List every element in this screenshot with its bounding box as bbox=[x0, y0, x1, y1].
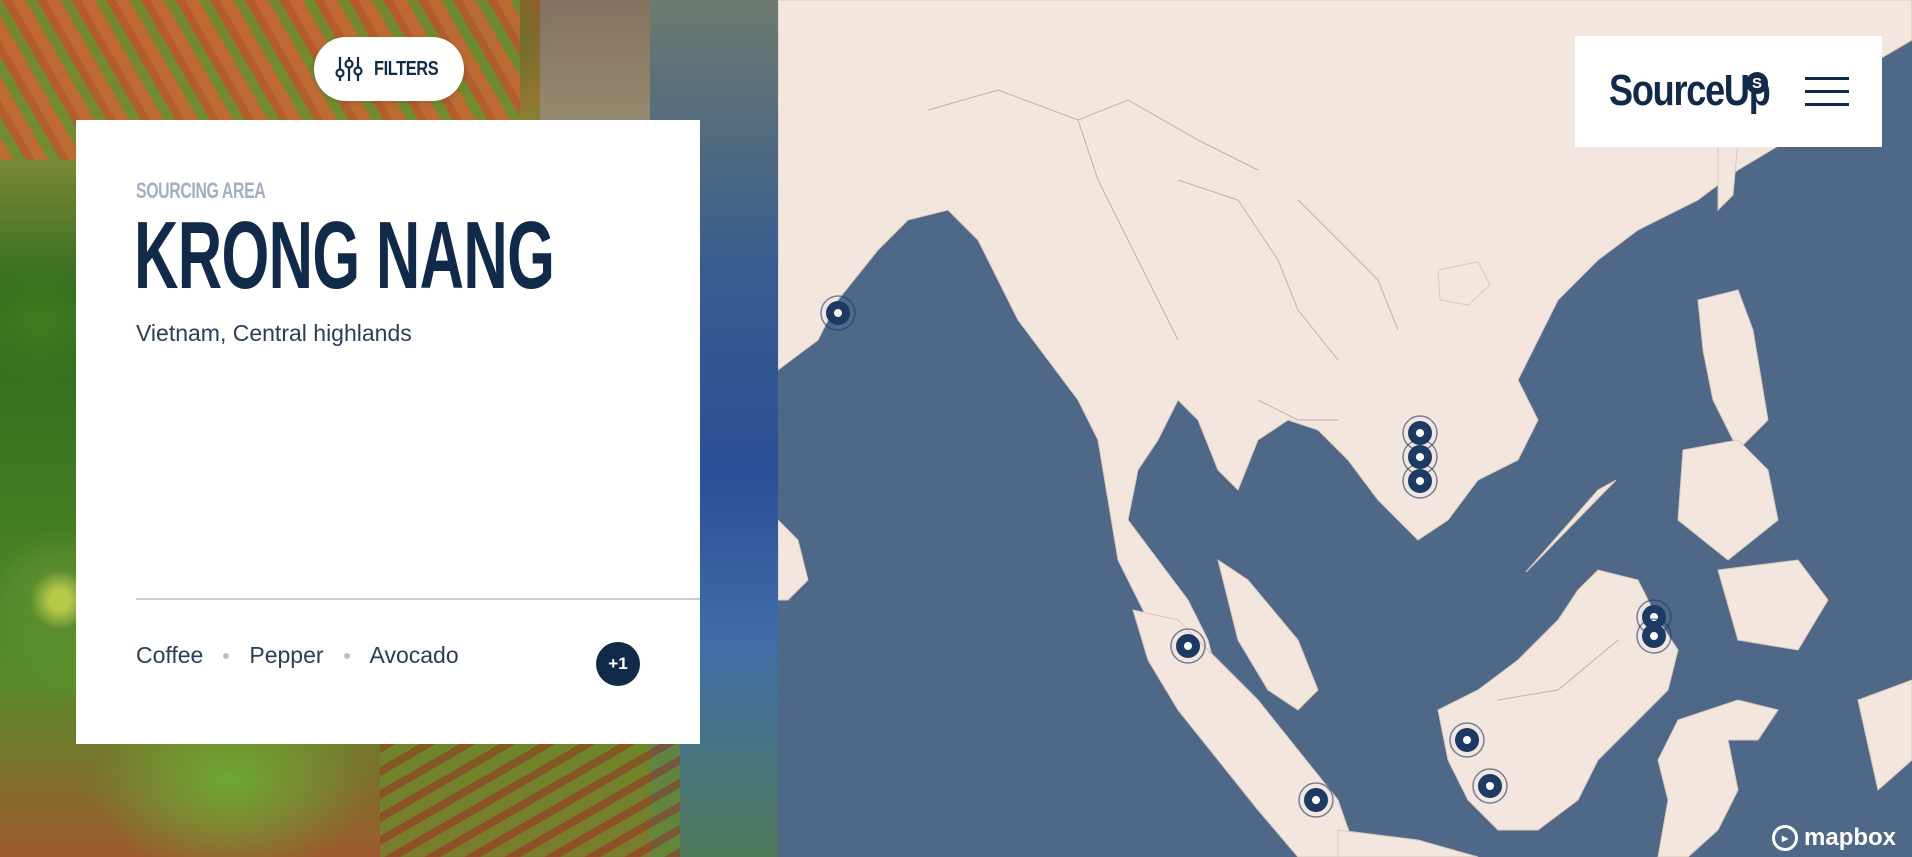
header-logo-box: SourceUp S bbox=[1575, 36, 1882, 147]
sourceup-logo-mark: S bbox=[1746, 72, 1768, 94]
filters-label: FILTERS bbox=[374, 57, 439, 80]
more-tags-badge[interactable]: +1 bbox=[596, 642, 640, 686]
commodity-tags: Coffee Pepper Avocado bbox=[136, 642, 459, 669]
card-subtitle: Vietnam, Central highlands bbox=[136, 320, 412, 346]
card-title: KRONG NANG bbox=[134, 202, 555, 309]
sourcing-area-card: SOURCING AREA KRONG NANG Vietnam, Centra… bbox=[76, 120, 700, 744]
tag-separator bbox=[223, 652, 230, 659]
map-marker bbox=[1170, 628, 1206, 664]
map-marker bbox=[1636, 618, 1672, 654]
filters-button[interactable]: FILTERS bbox=[314, 37, 464, 101]
hamburger-menu-icon[interactable] bbox=[1805, 77, 1849, 107]
mapbox-attribution[interactable]: ▸ mapbox bbox=[1772, 824, 1896, 852]
mapbox-label: mapbox bbox=[1804, 824, 1897, 851]
sourceup-logo[interactable]: SourceUp bbox=[1609, 66, 1771, 116]
card-divider bbox=[136, 598, 700, 600]
map-marker bbox=[1472, 768, 1508, 804]
map-marker bbox=[820, 295, 856, 331]
mapbox-logo-icon: ▸ bbox=[1772, 825, 1798, 851]
card-kicker: SOURCING AREA bbox=[136, 178, 266, 203]
tag-separator bbox=[343, 652, 350, 659]
map-marker bbox=[1402, 463, 1438, 499]
sliders-icon bbox=[335, 57, 363, 81]
tag-avocado: Avocado bbox=[369, 642, 459, 668]
map-marker bbox=[1449, 722, 1485, 758]
tag-coffee: Coffee bbox=[136, 642, 204, 668]
tag-pepper: Pepper bbox=[249, 642, 324, 668]
map-marker bbox=[1298, 782, 1334, 818]
